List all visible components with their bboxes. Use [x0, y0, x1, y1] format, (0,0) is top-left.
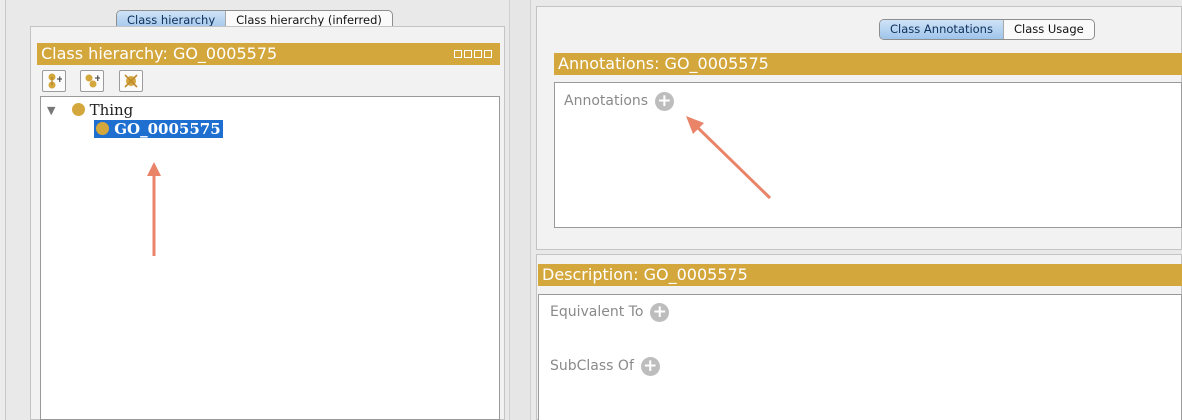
class-bullet-icon — [96, 122, 109, 135]
panel-splitter[interactable] — [509, 0, 531, 420]
class-hierarchy-header: Class hierarchy: GO_0005575 — [37, 43, 500, 65]
description-header: Description: GO_0005575 — [538, 264, 1182, 286]
add-superclass-button[interactable]: + — [640, 357, 660, 376]
equivalent-to-row: Equivalent To + — [550, 303, 670, 322]
right-tab-group: Class Annotations Class Usage — [879, 19, 1095, 40]
class-hierarchy-title: Class hierarchy: GO_0005575 — [41, 44, 278, 63]
add-equivalent-button[interactable]: + — [650, 303, 670, 322]
class-tree[interactable]: ▼ Thing GO_0005575 — [40, 96, 500, 420]
expand-triangle-icon[interactable]: ▼ — [47, 104, 57, 117]
tree-node-label: Thing — [89, 101, 134, 119]
annotations-row: Annotations + — [564, 92, 674, 111]
equivalent-to-label: Equivalent To — [550, 304, 644, 320]
annotations-header: Annotations: GO_0005575 — [554, 53, 1182, 75]
view-controls[interactable] — [454, 50, 492, 58]
left-gutter — [0, 0, 6, 420]
description-box: Equivalent To + SubClass Of + — [538, 294, 1182, 420]
pin-view-icon[interactable] — [454, 50, 462, 58]
annotation-arrow — [686, 116, 772, 200]
add-annotation-button[interactable]: + — [654, 92, 674, 111]
add-sibling-icon: + — [85, 74, 100, 88]
add-subclass-icon: + — [48, 73, 62, 89]
tab-class-annotations[interactable]: Class Annotations — [880, 20, 1003, 39]
annotations-label: Annotations — [564, 93, 649, 109]
annotations-title: Annotations: GO_0005575 — [558, 54, 769, 73]
description-title: Description: GO_0005575 — [542, 265, 748, 284]
minimize-view-icon[interactable] — [464, 50, 472, 58]
delete-class-button[interactable] — [119, 70, 143, 92]
svg-text:+: + — [56, 75, 62, 85]
subclass-of-label: SubClass Of — [550, 358, 634, 374]
tree-node-label: GO_0005575 — [114, 120, 221, 138]
svg-text:+: + — [94, 74, 100, 84]
annotation-arrow — [147, 162, 161, 256]
delete-class-icon — [124, 74, 138, 88]
tab-class-usage[interactable]: Class Usage — [1002, 20, 1094, 39]
maximize-view-icon[interactable] — [474, 50, 482, 58]
close-view-icon[interactable] — [484, 50, 492, 58]
add-sibling-button[interactable]: + — [80, 70, 104, 92]
annotations-box: Annotations + — [554, 82, 1182, 228]
add-subclass-button[interactable]: + — [42, 70, 66, 92]
tree-node-thing[interactable]: ▼ Thing — [47, 101, 133, 119]
subclass-of-row: SubClass Of + — [550, 357, 660, 376]
tree-node-go0005575[interactable]: GO_0005575 — [94, 120, 223, 138]
class-bullet-icon — [71, 103, 85, 116]
